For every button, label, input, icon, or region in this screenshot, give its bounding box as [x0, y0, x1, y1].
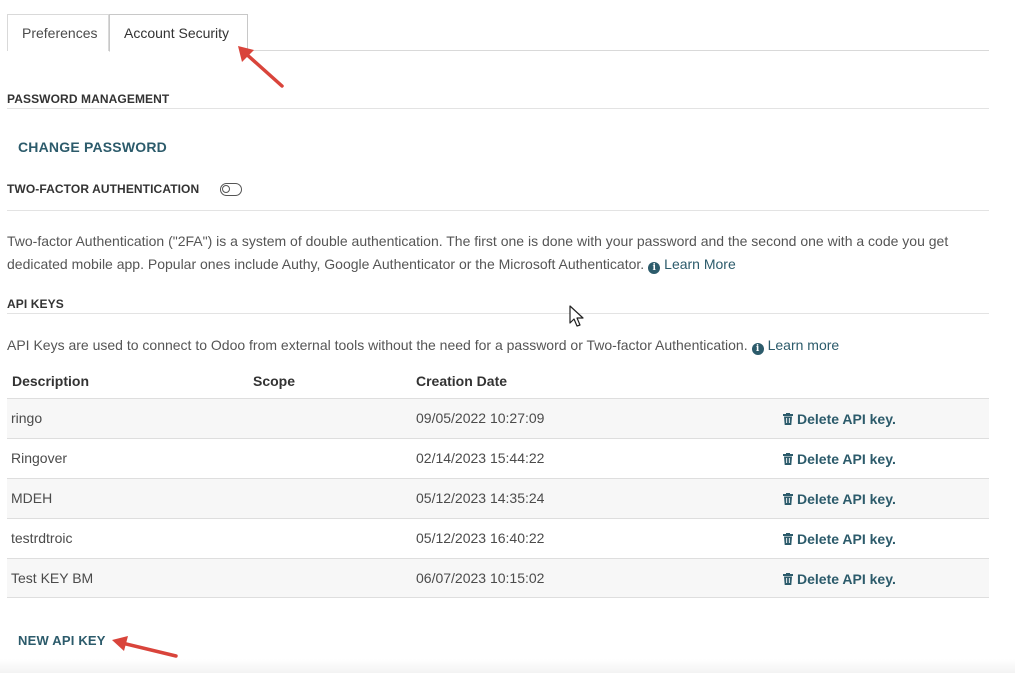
- table-header: Description Scope Creation Date: [7, 368, 989, 398]
- delete-api-key-button[interactable]: Delete API key.: [783, 451, 896, 467]
- api-keys-learn-more-link[interactable]: Learn more: [768, 337, 840, 353]
- info-icon: i: [751, 343, 764, 355]
- two-factor-learn-more-link[interactable]: Learn More: [664, 256, 736, 272]
- key-creation-date: 02/14/2023 15:44:22: [416, 450, 545, 466]
- column-header-scope: Scope: [253, 373, 296, 389]
- table-row: ringo 09/05/2022 10:27:09 Delete API key…: [7, 398, 989, 438]
- key-creation-date: 09/05/2022 10:27:09: [416, 410, 545, 426]
- tab-preferences[interactable]: Preferences: [7, 14, 109, 51]
- api-keys-description-text: API Keys are used to connect to Odoo fro…: [7, 337, 748, 353]
- key-description: Test KEY BM: [11, 570, 94, 586]
- trash-icon: [783, 453, 793, 465]
- delete-label: Delete API key.: [797, 451, 896, 467]
- change-password-button[interactable]: CHANGE PASSWORD: [18, 139, 167, 155]
- delete-api-key-button[interactable]: Delete API key.: [783, 531, 896, 547]
- two-factor-description-text: dedicated mobile app. Popular ones inclu…: [7, 256, 645, 272]
- two-factor-toggle[interactable]: [220, 183, 242, 196]
- delete-label: Delete API key.: [797, 571, 896, 587]
- delete-api-key-button[interactable]: Delete API key.: [783, 411, 896, 427]
- column-header-creation-date: Creation Date: [416, 373, 508, 389]
- mouse-cursor-icon: [569, 305, 584, 327]
- key-description: ringo: [11, 410, 43, 426]
- annotation-arrow-icon: [112, 636, 178, 658]
- api-keys-table: Description Scope Creation Date ringo 09…: [7, 368, 989, 598]
- trash-icon: [783, 533, 793, 545]
- divider: [7, 210, 989, 211]
- trash-icon: [783, 413, 793, 425]
- toggle-knob: [222, 185, 230, 193]
- table-row: Test KEY BM 06/07/2023 10:15:02 Delete A…: [7, 558, 989, 598]
- two-factor-heading: TWO-FACTOR AUTHENTICATION: [7, 182, 200, 196]
- delete-api-key-button[interactable]: Delete API key.: [783, 491, 896, 507]
- key-creation-date: 06/07/2023 10:15:02: [416, 570, 545, 586]
- table-row: Ringover 02/14/2023 15:44:22 Delete API …: [7, 438, 989, 478]
- new-api-key-button[interactable]: NEW API KEY: [18, 633, 106, 648]
- key-description: testrdtroic: [11, 530, 73, 546]
- divider: [7, 313, 989, 314]
- delete-label: Delete API key.: [797, 531, 896, 547]
- api-keys-heading: API KEYS: [7, 297, 64, 311]
- key-creation-date: 05/12/2023 16:40:22: [416, 530, 545, 546]
- key-description: Ringover: [11, 450, 68, 466]
- two-factor-description-line1: Two-factor Authentication ("2FA") is a s…: [7, 233, 949, 249]
- bottom-fade: [0, 659, 1015, 673]
- delete-label: Delete API key.: [797, 491, 896, 507]
- column-header-description: Description: [12, 373, 90, 389]
- tab-bar: Preferences Account Security: [7, 14, 989, 52]
- table-body: ringo 09/05/2022 10:27:09 Delete API key…: [7, 398, 989, 598]
- delete-api-key-button[interactable]: Delete API key.: [783, 571, 896, 587]
- table-row: MDEH 05/12/2023 14:35:24 Delete API key.: [7, 478, 989, 518]
- annotation-arrow-icon: [238, 46, 284, 88]
- table-row: testrdtroic 05/12/2023 16:40:22 Delete A…: [7, 518, 989, 558]
- divider: [7, 108, 989, 109]
- key-creation-date: 05/12/2023 14:35:24: [416, 490, 545, 506]
- key-description: MDEH: [11, 490, 53, 506]
- trash-icon: [783, 493, 793, 505]
- api-keys-description: API Keys are used to connect to Odoo fro…: [7, 334, 839, 357]
- password-management-heading: PASSWORD MANAGEMENT: [7, 92, 170, 106]
- info-icon: i: [648, 262, 661, 274]
- trash-icon: [783, 573, 793, 585]
- two-factor-description: Two-factor Authentication ("2FA") is a s…: [7, 230, 948, 276]
- delete-label: Delete API key.: [797, 411, 896, 427]
- two-factor-description-line2: dedicated mobile app. Popular ones inclu…: [7, 253, 948, 276]
- tab-account-security[interactable]: Account Security: [109, 14, 248, 52]
